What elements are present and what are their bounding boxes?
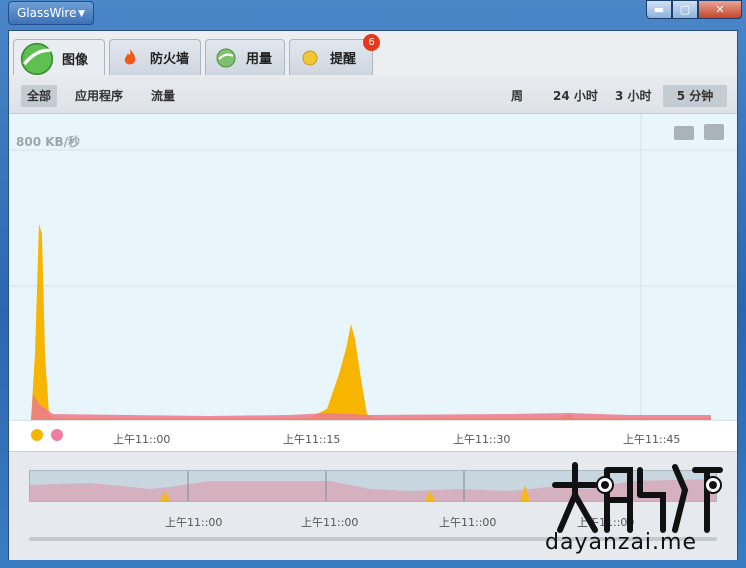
filter-all-button[interactable]: 全部 — [21, 85, 58, 107]
window-controls: ▬ ▢ ✕ — [646, 0, 742, 19]
graph-icon — [20, 42, 54, 75]
title-bar: GlassWire ▼ ▬ ▢ ✕ — [0, 0, 746, 28]
chevron-down-icon: ▼ — [78, 9, 85, 19]
tab-label: 提醒 — [330, 52, 357, 67]
bulb-icon — [302, 50, 318, 65]
upload-legend-icon — [51, 429, 63, 441]
x-tick: 上午11::30 — [453, 433, 511, 446]
app-menu-button[interactable]: GlassWire ▼ — [8, 1, 94, 25]
tab-firewall[interactable]: 防火墙 — [109, 39, 201, 75]
maximize-button[interactable]: ▢ — [672, 0, 698, 19]
range-3h-button[interactable]: 3 小时 — [609, 85, 658, 107]
tab-alerts[interactable]: 提醒 6 — [289, 34, 380, 75]
tab-label: 防火墙 — [150, 52, 190, 67]
tab-usage[interactable]: 用量 — [205, 39, 285, 75]
download-area — [31, 224, 711, 420]
time-axis: 上午11::00 上午11::15 上午11::30 上午11::45 — [9, 420, 737, 451]
tab-label: 用量 — [246, 52, 273, 67]
fire-icon — [124, 48, 136, 64]
minimize-button[interactable]: ▬ — [646, 0, 672, 19]
watermark-text: dayanzai.me — [545, 530, 697, 555]
range-5min-button[interactable]: 5 分钟 — [663, 85, 727, 107]
tab-bar: 图像 防火墙 用量 提醒 6 — [13, 34, 380, 77]
upload-area — [31, 394, 711, 420]
close-button[interactable]: ✕ — [698, 0, 742, 19]
app-title: GlassWire — [17, 6, 77, 20]
traffic-graph[interactable]: 800 KB/秒 — [9, 114, 737, 420]
filter-apps-button[interactable]: 应用程序 — [69, 85, 129, 107]
x-tick: 上午11::00 — [113, 433, 171, 446]
usage-icon — [216, 48, 236, 67]
filter-bar: 全部 应用程序 流量 周 24 小时 3 小时 5 分钟 — [9, 75, 737, 114]
tab-label: 图像 — [62, 53, 89, 68]
overview-x-tick: 上午11::00 — [439, 516, 497, 529]
x-tick: 上午11::45 — [623, 433, 681, 446]
overview-x-tick: 上午11::00 — [301, 516, 359, 529]
x-tick: 上午11::15 — [283, 433, 341, 446]
range-24h-button[interactable]: 24 小时 — [547, 85, 604, 107]
range-week-button[interactable]: 周 — [505, 85, 529, 107]
tab-graph[interactable]: 图像 — [13, 39, 105, 77]
alert-count-badge: 6 — [363, 34, 380, 51]
overview-x-tick: 上午11::00 — [165, 516, 223, 529]
filter-traffic-button[interactable]: 流量 — [145, 85, 181, 107]
download-legend-icon — [31, 429, 43, 441]
traffic-graph-svg — [9, 114, 737, 420]
